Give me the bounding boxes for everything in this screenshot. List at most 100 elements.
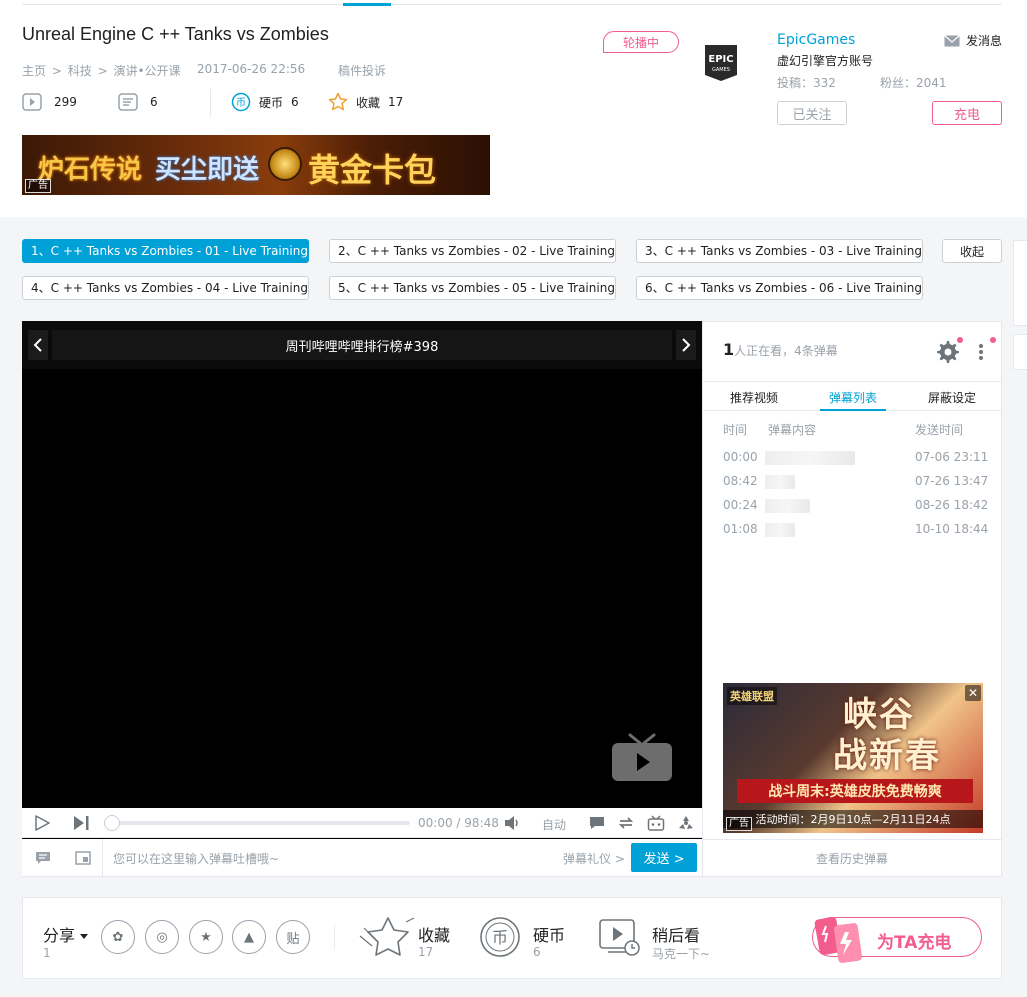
report-link[interactable]: 稿件投诉 [338, 62, 386, 79]
more-notification-dot [990, 337, 996, 343]
duration: 98:48 [464, 816, 499, 830]
publish-date: 2017-06-26 22:56 [197, 62, 306, 76]
time-separator: / [456, 816, 461, 830]
share-tieba-icon[interactable]: 贴 [276, 920, 310, 954]
danmaku-row-content[interactable] [765, 523, 795, 537]
part-item-2[interactable]: 2、C ++ Tanks vs Zombies - 02 - Live Trai… [329, 239, 616, 263]
danmaku-etiquette-link[interactable]: 弹幕礼仪 > [563, 850, 625, 867]
coin-big-icon[interactable]: 币 [478, 915, 522, 959]
watch-later-icon[interactable] [598, 918, 642, 958]
part-item-3[interactable]: 3、C ++ Tanks vs Zombies - 03 - Live Trai… [636, 239, 923, 263]
danmaku-row-time[interactable]: 00:00 [723, 450, 758, 464]
col-content[interactable]: 弹幕内容 [768, 421, 816, 438]
danmaku-settings-icon[interactable] [75, 851, 91, 865]
widescreen-icon[interactable] [647, 815, 665, 831]
fav-value: 17 [388, 95, 404, 109]
uploader-name[interactable]: EpicGames [777, 32, 855, 48]
progress-bar[interactable] [110, 821, 410, 825]
volume-icon[interactable] [503, 815, 521, 831]
danmaku-row-content[interactable] [765, 475, 795, 489]
danmaku-count: 6 [118, 93, 158, 111]
bilibili-tv-icon [612, 733, 672, 781]
league-of-legends-ad[interactable]: 英雄联盟 峡谷 战新春 战斗周末:英雄皮肤免费畅爽 活动时间：2月9日10点—2… [723, 683, 983, 833]
play-icon[interactable] [34, 815, 50, 831]
part-item-4[interactable]: 4、C ++ Tanks vs Zombies - 04 - Live Trai… [22, 276, 309, 300]
danmaku-style-icon[interactable] [35, 851, 51, 865]
charge-button[interactable]: 充电 [932, 101, 1002, 125]
danmaku-row-time[interactable]: 08:42 [723, 474, 758, 488]
share-weibo-icon[interactable]: ◎ [145, 920, 179, 954]
breadcrumb-tech[interactable]: 科技 [68, 64, 92, 78]
part-item-1[interactable]: 1、C ++ Tanks vs Zombies - 01 - Live Trai… [22, 239, 309, 263]
video-player[interactable] [22, 321, 702, 877]
breadcrumb-sep: > [97, 64, 108, 78]
prev-arrow-button[interactable] [28, 330, 48, 360]
epic-games-logo-icon[interactable]: EPIC GAMES [702, 44, 740, 82]
share-qzone-icon[interactable]: ★ [189, 920, 223, 954]
play-count-icon [22, 93, 42, 111]
share-qq-icon[interactable]: ▲ [232, 920, 266, 954]
danmaku-row-content[interactable] [765, 451, 855, 465]
carousel-badge[interactable]: 轮播中 [603, 31, 679, 53]
star-icon [328, 92, 348, 111]
side-float-tab-2[interactable] [1013, 334, 1027, 370]
col-time[interactable]: 时间 [723, 421, 747, 438]
breadcrumb-talks[interactable]: 演讲•公开课 [113, 64, 180, 78]
fav-label[interactable]: 收藏 [418, 922, 450, 946]
more-vertical-icon[interactable] [978, 340, 984, 364]
loop-icon[interactable] [617, 815, 635, 831]
settings-notification-dot [957, 337, 963, 343]
danmaku-row-time[interactable]: 00:24 [723, 498, 758, 512]
share-count: 1 [43, 946, 51, 960]
battery-icon [814, 916, 863, 963]
coin-stat[interactable]: 币 硬币 6 [231, 92, 299, 112]
next-arrow-button[interactable] [676, 330, 696, 360]
coin-label: 硬币 [259, 95, 284, 110]
coin-label[interactable]: 硬币 [533, 922, 565, 946]
tab-recommended[interactable]: 推荐视频 [730, 389, 778, 406]
danmaku-input[interactable]: 您可以在这里输入弹幕吐槽哦~ [113, 850, 279, 867]
quality-select[interactable]: 自动 [542, 816, 566, 833]
player-controls: 00:00 / 98:48 自动 [22, 808, 702, 838]
danmaku-toggle-icon[interactable] [588, 815, 606, 831]
danmaku-row-sent[interactable]: 07-06 23:11 [915, 450, 988, 464]
col-sent-time[interactable]: 发送时间 [915, 421, 963, 438]
danmaku-row-time[interactable]: 01:08 [723, 522, 758, 536]
danmaku-row-sent[interactable]: 10-10 18:44 [915, 522, 988, 536]
collapse-button[interactable]: 收起 [942, 239, 1002, 263]
part-item-6[interactable]: 6、C ++ Tanks vs Zombies - 06 - Live Trai… [636, 276, 923, 300]
part-item-5[interactable]: 5、C ++ Tanks vs Zombies - 05 - Live Trai… [329, 276, 616, 300]
danmaku-row-sent[interactable]: 08-26 18:42 [915, 498, 988, 512]
share-dynamic-icon[interactable]: ✿ [101, 920, 135, 954]
fav-big-icon[interactable] [358, 914, 418, 958]
hearthstone-banner-ad[interactable]: 炉石传说 买尘即送 黄金卡包 广告 [22, 135, 490, 195]
uploader-posts: 投稿：332 [777, 76, 836, 90]
progress-knob[interactable] [104, 815, 120, 831]
close-icon[interactable]: ✕ [965, 685, 981, 701]
tab-block-settings[interactable]: 屏蔽设定 [928, 389, 976, 406]
ad-tag: 广告 [726, 817, 752, 831]
share-button[interactable]: 分享 [43, 922, 89, 946]
watch-later-label[interactable]: 稍后看 [652, 922, 700, 946]
chevron-right-icon [682, 338, 691, 352]
send-message-label: 发消息 [966, 34, 1003, 48]
danmaku-row-sent[interactable]: 07-26 13:47 [915, 474, 988, 488]
gear-icon[interactable] [936, 340, 960, 364]
watching-info: 1人正在看，4条弹幕 [723, 340, 838, 359]
tab-danmaku-list[interactable]: 弹幕列表 [829, 389, 877, 406]
player-header-title[interactable]: 周刊哔哩哔哩排行榜#398 [52, 330, 672, 360]
danmaku-count-value: 6 [150, 95, 158, 109]
side-float-tab-1[interactable] [1013, 240, 1027, 326]
top-divider [22, 4, 1002, 5]
history-danmaku-link[interactable]: 查看历史弹幕 [702, 839, 1002, 877]
card-pack-icon [268, 147, 302, 181]
caret-down-icon [80, 933, 89, 939]
next-part-icon[interactable] [72, 815, 90, 831]
breadcrumb-home[interactable]: 主页 [22, 64, 46, 78]
followed-button[interactable]: 已关注 [777, 101, 847, 125]
send-danmaku-button[interactable]: 发送 > [631, 843, 697, 872]
danmaku-row-content[interactable] [765, 499, 810, 513]
fullscreen-icon[interactable] [677, 815, 695, 831]
send-message-link[interactable]: 发消息 [944, 32, 1002, 49]
fav-stat[interactable]: 收藏 17 [328, 92, 404, 111]
